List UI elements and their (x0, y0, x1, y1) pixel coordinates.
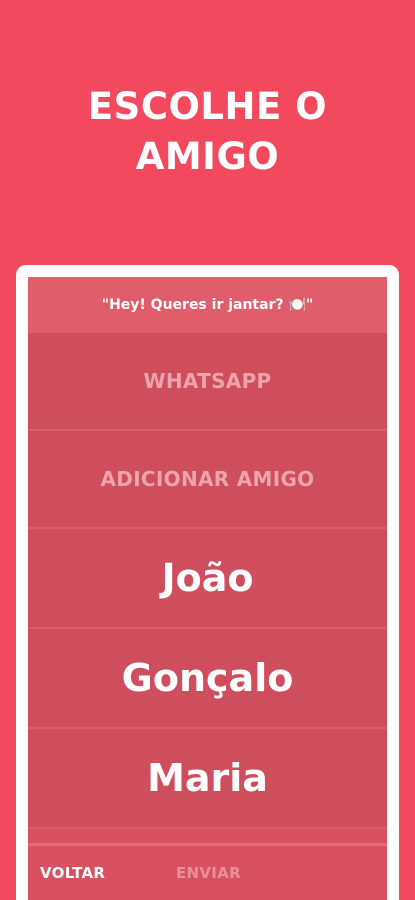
back-button[interactable]: VOLTAR (40, 864, 105, 882)
whatsapp-option-label: WHATSAPP (143, 369, 272, 393)
add-friend-option-label: ADICIONAR AMIGO (100, 467, 315, 491)
invite-message: "Hey! Queres ir jantar? 🍽️" (28, 277, 387, 333)
page-title-line-2: AMIGO (135, 135, 280, 178)
page-title: ESCOLHE O AMIGO (0, 82, 415, 182)
friend-name: João (161, 556, 254, 600)
add-friend-option[interactable]: ADICIONAR AMIGO (28, 431, 387, 529)
whatsapp-option[interactable]: WHATSAPP (28, 333, 387, 431)
action-bar: VOLTAR ENVIAR (28, 843, 387, 900)
friend-item-joao[interactable]: João (28, 529, 387, 629)
choose-friend-screen: ESCOLHE O AMIGO "Hey! Queres ir jantar? … (0, 0, 415, 900)
friend-item-maria[interactable]: Maria (28, 729, 387, 829)
friend-name: Maria (147, 756, 268, 800)
friend-name: Gonçalo (121, 656, 294, 700)
friend-picker-card: "Hey! Queres ir jantar? 🍽️" WHATSAPP ADI… (16, 265, 399, 900)
page-title-line-1: ESCOLHE O (87, 85, 328, 128)
friend-item-goncalo[interactable]: Gonçalo (28, 629, 387, 729)
send-button[interactable]: ENVIAR (176, 864, 241, 882)
friend-list: "Hey! Queres ir jantar? 🍽️" WHATSAPP ADI… (28, 277, 387, 900)
